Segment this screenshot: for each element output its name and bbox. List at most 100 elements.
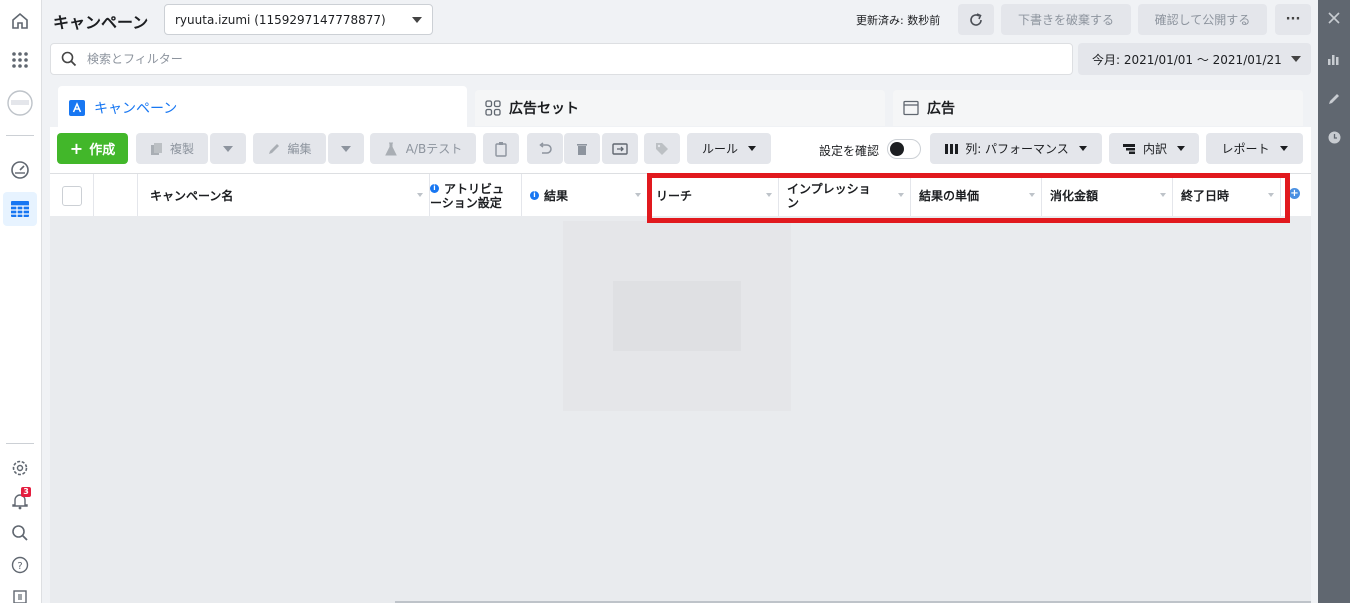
duplicate-icon (150, 142, 162, 155)
ads-manager-table-icon[interactable] (3, 192, 37, 226)
export-icon (612, 142, 628, 155)
page-title: キャンペーン (53, 13, 149, 32)
notifications-bell-icon[interactable]: 3 (3, 484, 37, 518)
notification-count-badge: 3 (21, 487, 31, 497)
create-label: 作成 (89, 143, 116, 158)
date-range-picker[interactable]: 今月: 2021/01/01 〜 2021/01/21 (1078, 43, 1311, 75)
dashboard-gauge-icon[interactable] (3, 153, 37, 187)
discard-drafts-button[interactable]: 下書きを破棄する (1001, 4, 1131, 35)
settings-gear-icon[interactable] (3, 451, 37, 485)
ad-account-select[interactable]: ryuuta.izumi (1159297147778877) (164, 4, 433, 35)
chevron-down-icon (748, 146, 756, 151)
column-label: 結果 (544, 189, 569, 203)
rules-label: ルール (701, 142, 738, 156)
ab-test-button[interactable]: A/Bテスト (370, 133, 476, 164)
search-icon[interactable] (3, 516, 37, 550)
toggle-knob (890, 142, 904, 156)
tag-button[interactable] (644, 133, 680, 164)
home-icon[interactable] (3, 4, 37, 38)
columns-dropdown[interactable]: 列: パフォーマンス (930, 133, 1102, 164)
rail-divider-bottom (6, 443, 34, 444)
duplicate-button[interactable]: 複製 (136, 133, 208, 164)
right-side-panel-rail (1318, 0, 1350, 603)
top-bar: キャンペーン ryuuta.izumi (1159297147778877) 更… (43, 0, 1318, 40)
rules-dropdown[interactable]: ルール (687, 133, 771, 164)
create-button[interactable]: + 作成 (57, 133, 128, 164)
action-toolbar: + 作成 複製 編集 A/Bテスト ルール 設定を確認 列: パフォーマンス 内… (50, 127, 1311, 173)
chevron-down-icon (1279, 146, 1288, 151)
select-all-checkbox[interactable] (61, 185, 82, 206)
campaign-icon (68, 99, 86, 117)
duplicate-label: 複製 (169, 142, 194, 156)
date-range-label: 今月: 2021/01/01 〜 2021/01/21 (1092, 52, 1282, 67)
close-icon[interactable] (1326, 10, 1342, 26)
chevron-down-icon (1291, 56, 1301, 62)
info-icon: i (430, 184, 439, 193)
plus-icon: + (69, 138, 84, 158)
help-question-icon[interactable]: ? (3, 548, 37, 582)
flask-icon (384, 142, 397, 155)
more-options-button[interactable]: ··· (1275, 4, 1311, 35)
ab-test-label: A/Bテスト (405, 142, 463, 156)
ad-set-grid-icon (485, 100, 501, 116)
tab-ad-sets-label: 広告セット (509, 101, 579, 117)
tab-ads[interactable]: 広告 (893, 90, 1303, 126)
tab-ad-sets[interactable]: 広告セット (475, 90, 885, 126)
chevron-down-icon (412, 16, 422, 23)
breakdown-label: 内訳 (1142, 142, 1167, 156)
select-all-column (50, 174, 94, 217)
column-header-results[interactable]: i 結果 (522, 174, 648, 217)
table-body-loading (50, 216, 1311, 603)
chevron-down-icon (341, 145, 351, 152)
tab-ads-label: 広告 (927, 101, 955, 117)
ad-window-icon (903, 100, 919, 116)
report-problem-icon[interactable] (3, 580, 37, 603)
column-label-line1: アトリビュ (444, 181, 505, 196)
reports-dropdown[interactable]: レポート (1206, 133, 1303, 164)
trash-icon (577, 143, 587, 155)
chevron-down-icon (223, 145, 233, 152)
clock-history-icon[interactable] (1326, 129, 1342, 145)
duplicate-dropdown-button[interactable] (210, 133, 246, 164)
all-tools-grid-icon[interactable] (3, 43, 37, 77)
last-updated-status: 更新済み: 数秒前 (856, 14, 941, 27)
edit-button[interactable]: 編集 (253, 133, 326, 164)
rail-divider (6, 135, 34, 136)
review-and-publish-button[interactable]: 確認して公開する (1138, 4, 1267, 35)
refresh-button[interactable] (958, 4, 994, 35)
main-content: キャンペーン ryuuta.izumi (1159297147778877) 更… (43, 0, 1318, 603)
pencil-icon[interactable] (1326, 90, 1342, 106)
ad-account-label: ryuuta.izumi (1159297147778877) (175, 12, 386, 27)
add-column-button[interactable]: + (1289, 188, 1300, 199)
tab-campaigns[interactable]: キャンペーン (58, 86, 467, 128)
bar-chart-icon[interactable] (1326, 51, 1342, 67)
search-and-filter-bar[interactable] (50, 43, 1073, 75)
left-navigation-rail: 3 ? (0, 0, 42, 603)
delete-button[interactable] (564, 133, 600, 164)
account-avatar[interactable] (3, 86, 37, 120)
svg-text:?: ? (17, 561, 22, 572)
reports-label: レポート (1221, 142, 1270, 156)
column-header-campaign-name[interactable]: キャンペーン名 (138, 174, 430, 217)
clipboard-button[interactable] (483, 133, 519, 164)
breakdown-dropdown[interactable]: 内訳 (1109, 133, 1199, 164)
edit-dropdown-button[interactable] (328, 133, 364, 164)
pencil-icon (269, 143, 280, 154)
edit-label: 編集 (287, 142, 312, 156)
review-settings-label: 設定を確認 (819, 144, 880, 158)
clipboard-icon (495, 141, 507, 157)
breakdown-icon (1122, 143, 1135, 154)
loading-placeholder-inner (613, 281, 741, 351)
undo-icon (539, 141, 552, 154)
search-input[interactable] (87, 52, 887, 66)
column-header-attribution-setting[interactable]: i アトリビュ ーション設定 (430, 174, 522, 217)
info-icon: i (530, 191, 539, 200)
chevron-down-icon (1078, 146, 1087, 151)
sort-caret-icon (635, 193, 641, 197)
undo-button[interactable] (527, 133, 563, 164)
tab-campaigns-label: キャンペーン (94, 101, 178, 117)
export-button[interactable] (602, 133, 638, 164)
refresh-icon (970, 12, 982, 26)
columns-icon (945, 143, 959, 154)
review-settings-toggle[interactable] (887, 139, 921, 159)
